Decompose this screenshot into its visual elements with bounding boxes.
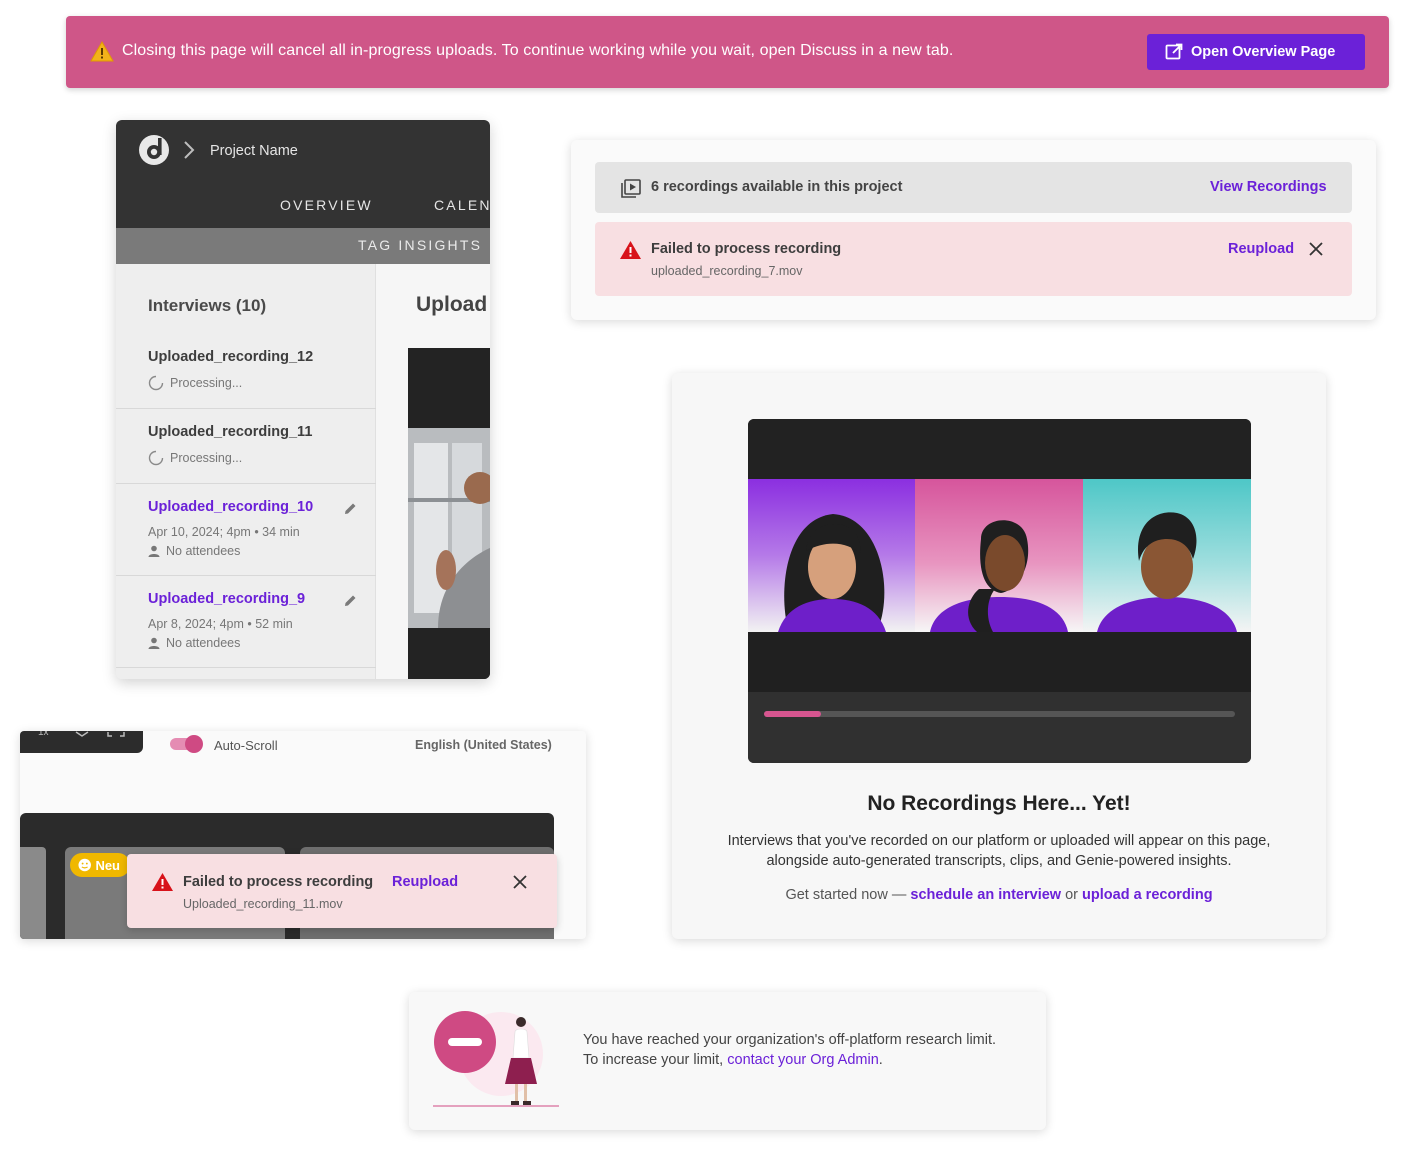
recording-status: Processing... <box>148 450 242 466</box>
recording-name: Uploaded_recording_12 <box>148 349 314 365</box>
close-icon[interactable] <box>512 874 528 890</box>
video-library-icon <box>621 179 641 198</box>
recording-item[interactable]: Uploaded_recording_11 Processing... <box>116 409 376 484</box>
participant-panel <box>748 479 915 632</box>
recording-attendees: No attendees <box>148 636 240 650</box>
upload-title: Upload <box>416 293 488 316</box>
open-overview-page-label: Open Overview Page <box>1191 44 1336 60</box>
player-controls-bar <box>748 692 1251 763</box>
recording-name-link[interactable]: Uploaded_recording_10 <box>148 499 313 515</box>
pencil-icon[interactable] <box>344 502 357 515</box>
person-icon <box>148 545 160 557</box>
recording-item[interactable]: Uploaded_recording_10 Apr 10, 2024; 4pm … <box>116 484 376 576</box>
recordings-status-card: 6 recordings available in this project V… <box>571 140 1376 320</box>
close-icon[interactable] <box>1308 241 1324 257</box>
recording-meta: Apr 10, 2024; 4pm • 34 min <box>148 525 300 539</box>
reupload-link[interactable]: Reupload <box>1228 241 1294 257</box>
failed-recording-alert: Failed to process recording uploaded_rec… <box>595 222 1352 296</box>
research-limit-card: You have reached your organization's off… <box>409 992 1046 1130</box>
recording-item[interactable]: Uploaded_recording_9 Apr 8, 2024; 4pm • … <box>116 576 376 668</box>
warning-icon <box>152 873 173 891</box>
clip-thumbnail[interactable] <box>20 847 46 939</box>
participant-panel <box>1083 479 1251 632</box>
tab-overview[interactable]: OVERVIEW <box>280 197 373 213</box>
auto-scroll-toggle[interactable] <box>170 735 204 753</box>
fail-title: Failed to process recording <box>183 874 374 890</box>
fail-filename: uploaded_recording_7.mov <box>651 264 803 278</box>
upload-recording-link[interactable]: upload a recording <box>1082 887 1213 903</box>
attendees-label: No attendees <box>166 544 241 558</box>
progress-fill <box>764 711 821 717</box>
person-icon <box>148 637 160 649</box>
status-label: Processing... <box>170 451 243 465</box>
discuss-logo-icon[interactable] <box>138 134 170 166</box>
recording-name: Uploaded_recording_11 <box>148 424 313 440</box>
player-controls: 1x <box>20 731 143 753</box>
contact-org-admin-link[interactable]: contact your Org Admin <box>727 1052 879 1068</box>
view-recordings-link[interactable]: View Recordings <box>1210 179 1327 195</box>
auto-scroll-label: Auto-Scroll <box>214 738 278 753</box>
project-name[interactable]: Project Name <box>210 143 298 159</box>
upload-warning-banner: Closing this page will cancel all in-pro… <box>66 16 1389 88</box>
cta-prefix: Get started now — <box>785 887 911 903</box>
woman-ponytail-illustration <box>930 520 1068 632</box>
sentiment-label: Neu <box>95 857 120 873</box>
tab-calendar[interactable]: CALEN <box>434 197 490 213</box>
interviews-title: Interviews (10) <box>148 296 267 315</box>
warning-icon <box>620 241 641 259</box>
empty-state-title: No Recordings Here... Yet! <box>867 792 1131 815</box>
language-selector[interactable]: English (United States) <box>415 738 552 752</box>
attendees-label: No attendees <box>166 636 241 650</box>
spinner-icon <box>148 375 164 391</box>
open-external-icon <box>1165 43 1183 60</box>
project-panel: Project Name OVERVIEW CALEN TAG INSIGHTS… <box>116 120 490 679</box>
failed-recording-toast: Failed to process recording Uploaded_rec… <box>127 854 557 928</box>
pencil-icon[interactable] <box>344 594 357 607</box>
recording-status: Processing... <box>148 375 242 391</box>
limit-reached-illustration <box>433 1011 559 1107</box>
limit-message: You have reached your organization's off… <box>583 1030 996 1070</box>
schedule-interview-link[interactable]: schedule an interview <box>910 887 1061 903</box>
banner-message: Closing this page will cancel all in-pro… <box>122 42 954 59</box>
empty-state-description: Interviews that you've recorded on our p… <box>727 833 1271 869</box>
empty-recordings-card: No Recordings Here... Yet! Interviews th… <box>672 373 1326 939</box>
recording-item[interactable]: Uploaded_recording_12 Processing... <box>116 334 376 409</box>
progress-track[interactable] <box>764 711 1235 717</box>
cta-or: or <box>1061 887 1083 903</box>
neutral-face-icon <box>78 858 91 872</box>
player-controls-icons: 1x <box>38 731 125 738</box>
player-top-bar <box>748 419 1251 479</box>
warning-icon <box>90 41 114 62</box>
recordings-available-text: 6 recordings available in this project <box>651 179 903 195</box>
participant-panel <box>915 479 1083 632</box>
woman-long-hair-illustration <box>778 514 886 632</box>
player-caption-area <box>748 632 1251 692</box>
limit-line-2: To increase your limit, contact your Org… <box>583 1050 996 1070</box>
fail-title: Failed to process recording <box>651 241 842 257</box>
fail-filename: Uploaded_recording_11.mov <box>183 897 343 911</box>
recording-meta: Apr 8, 2024; 4pm • 52 min <box>148 617 293 631</box>
sentiment-badge: Neu <box>70 853 130 877</box>
reupload-link[interactable]: Reupload <box>392 874 458 890</box>
spinner-icon <box>148 450 164 466</box>
open-overview-page-button[interactable]: Open Overview Page <box>1147 34 1365 70</box>
man-short-hair-illustration <box>1097 512 1237 632</box>
limit-line-2-suffix: . <box>878 1052 883 1068</box>
limit-line-1: You have reached your organization's off… <box>583 1032 997 1048</box>
tab-tag-insights[interactable]: TAG INSIGHTS <box>358 237 482 253</box>
chevron-right-icon <box>184 141 195 159</box>
video-call-illustration <box>748 419 1251 763</box>
recording-name-link[interactable]: Uploaded_recording_9 <box>148 591 305 607</box>
video-frame-image <box>408 348 490 679</box>
recording-attendees: No attendees <box>148 544 240 558</box>
transcript-panel: 1x Auto-Scroll English (United States) N… <box>20 731 586 939</box>
empty-state-cta: Get started now — schedule an interview … <box>672 887 1326 903</box>
recordings-available-bar: 6 recordings available in this project V… <box>595 162 1352 213</box>
status-label: Processing... <box>170 376 243 390</box>
limit-line-2-prefix: To increase your limit, <box>583 1052 728 1068</box>
svg-text:1x: 1x <box>38 731 49 738</box>
video-preview[interactable] <box>408 348 490 679</box>
